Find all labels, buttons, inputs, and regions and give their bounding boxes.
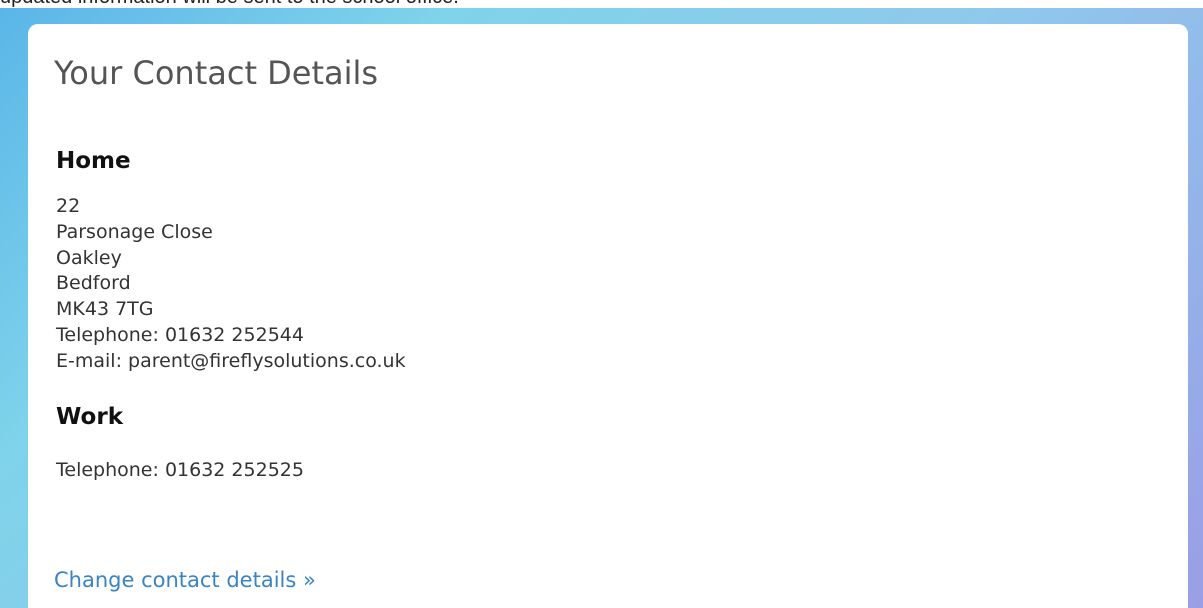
address-line-house-number: 22	[56, 195, 81, 217]
top-strip: updated information will be sent to the …	[0, 0, 1203, 8]
address-line-locality: Oakley	[56, 246, 122, 269]
top-strip-text: updated information will be sent to the …	[0, 0, 459, 8]
change-contact-details-link[interactable]: Change contact details »	[54, 568, 316, 592]
home-email-line: E-mail: parent@fireflysolutions.co.uk	[56, 349, 406, 375]
address-line-postcode: MK43 7TG	[56, 298, 154, 321]
home-telephone-value: 01632 252544	[164, 323, 304, 346]
address-line-street: Parsonage Close	[56, 220, 213, 243]
home-details: 22 Parsonage Close Oakley Bedford MK43 7…	[56, 194, 406, 375]
work-heading: Work	[56, 404, 123, 430]
home-email-label: E-mail:	[56, 349, 122, 372]
work-telephone-line: Telephone: 01632 252525	[56, 458, 304, 484]
home-email-value: parent@fireflysolutions.co.uk	[128, 349, 406, 372]
home-heading: Home	[56, 148, 131, 174]
work-telephone-label: Telephone:	[56, 459, 159, 481]
home-telephone-line: Telephone: 01632 252544	[56, 323, 406, 349]
work-details: Telephone: 01632 252525	[56, 458, 304, 484]
address-line-town: Bedford	[56, 272, 131, 295]
contact-details-card: Your Contact Details Home 22 Parsonage C…	[28, 24, 1188, 608]
home-telephone-label: Telephone:	[56, 323, 159, 346]
card-title: Your Contact Details	[54, 54, 379, 92]
work-telephone-value: 01632 252525	[164, 459, 304, 481]
